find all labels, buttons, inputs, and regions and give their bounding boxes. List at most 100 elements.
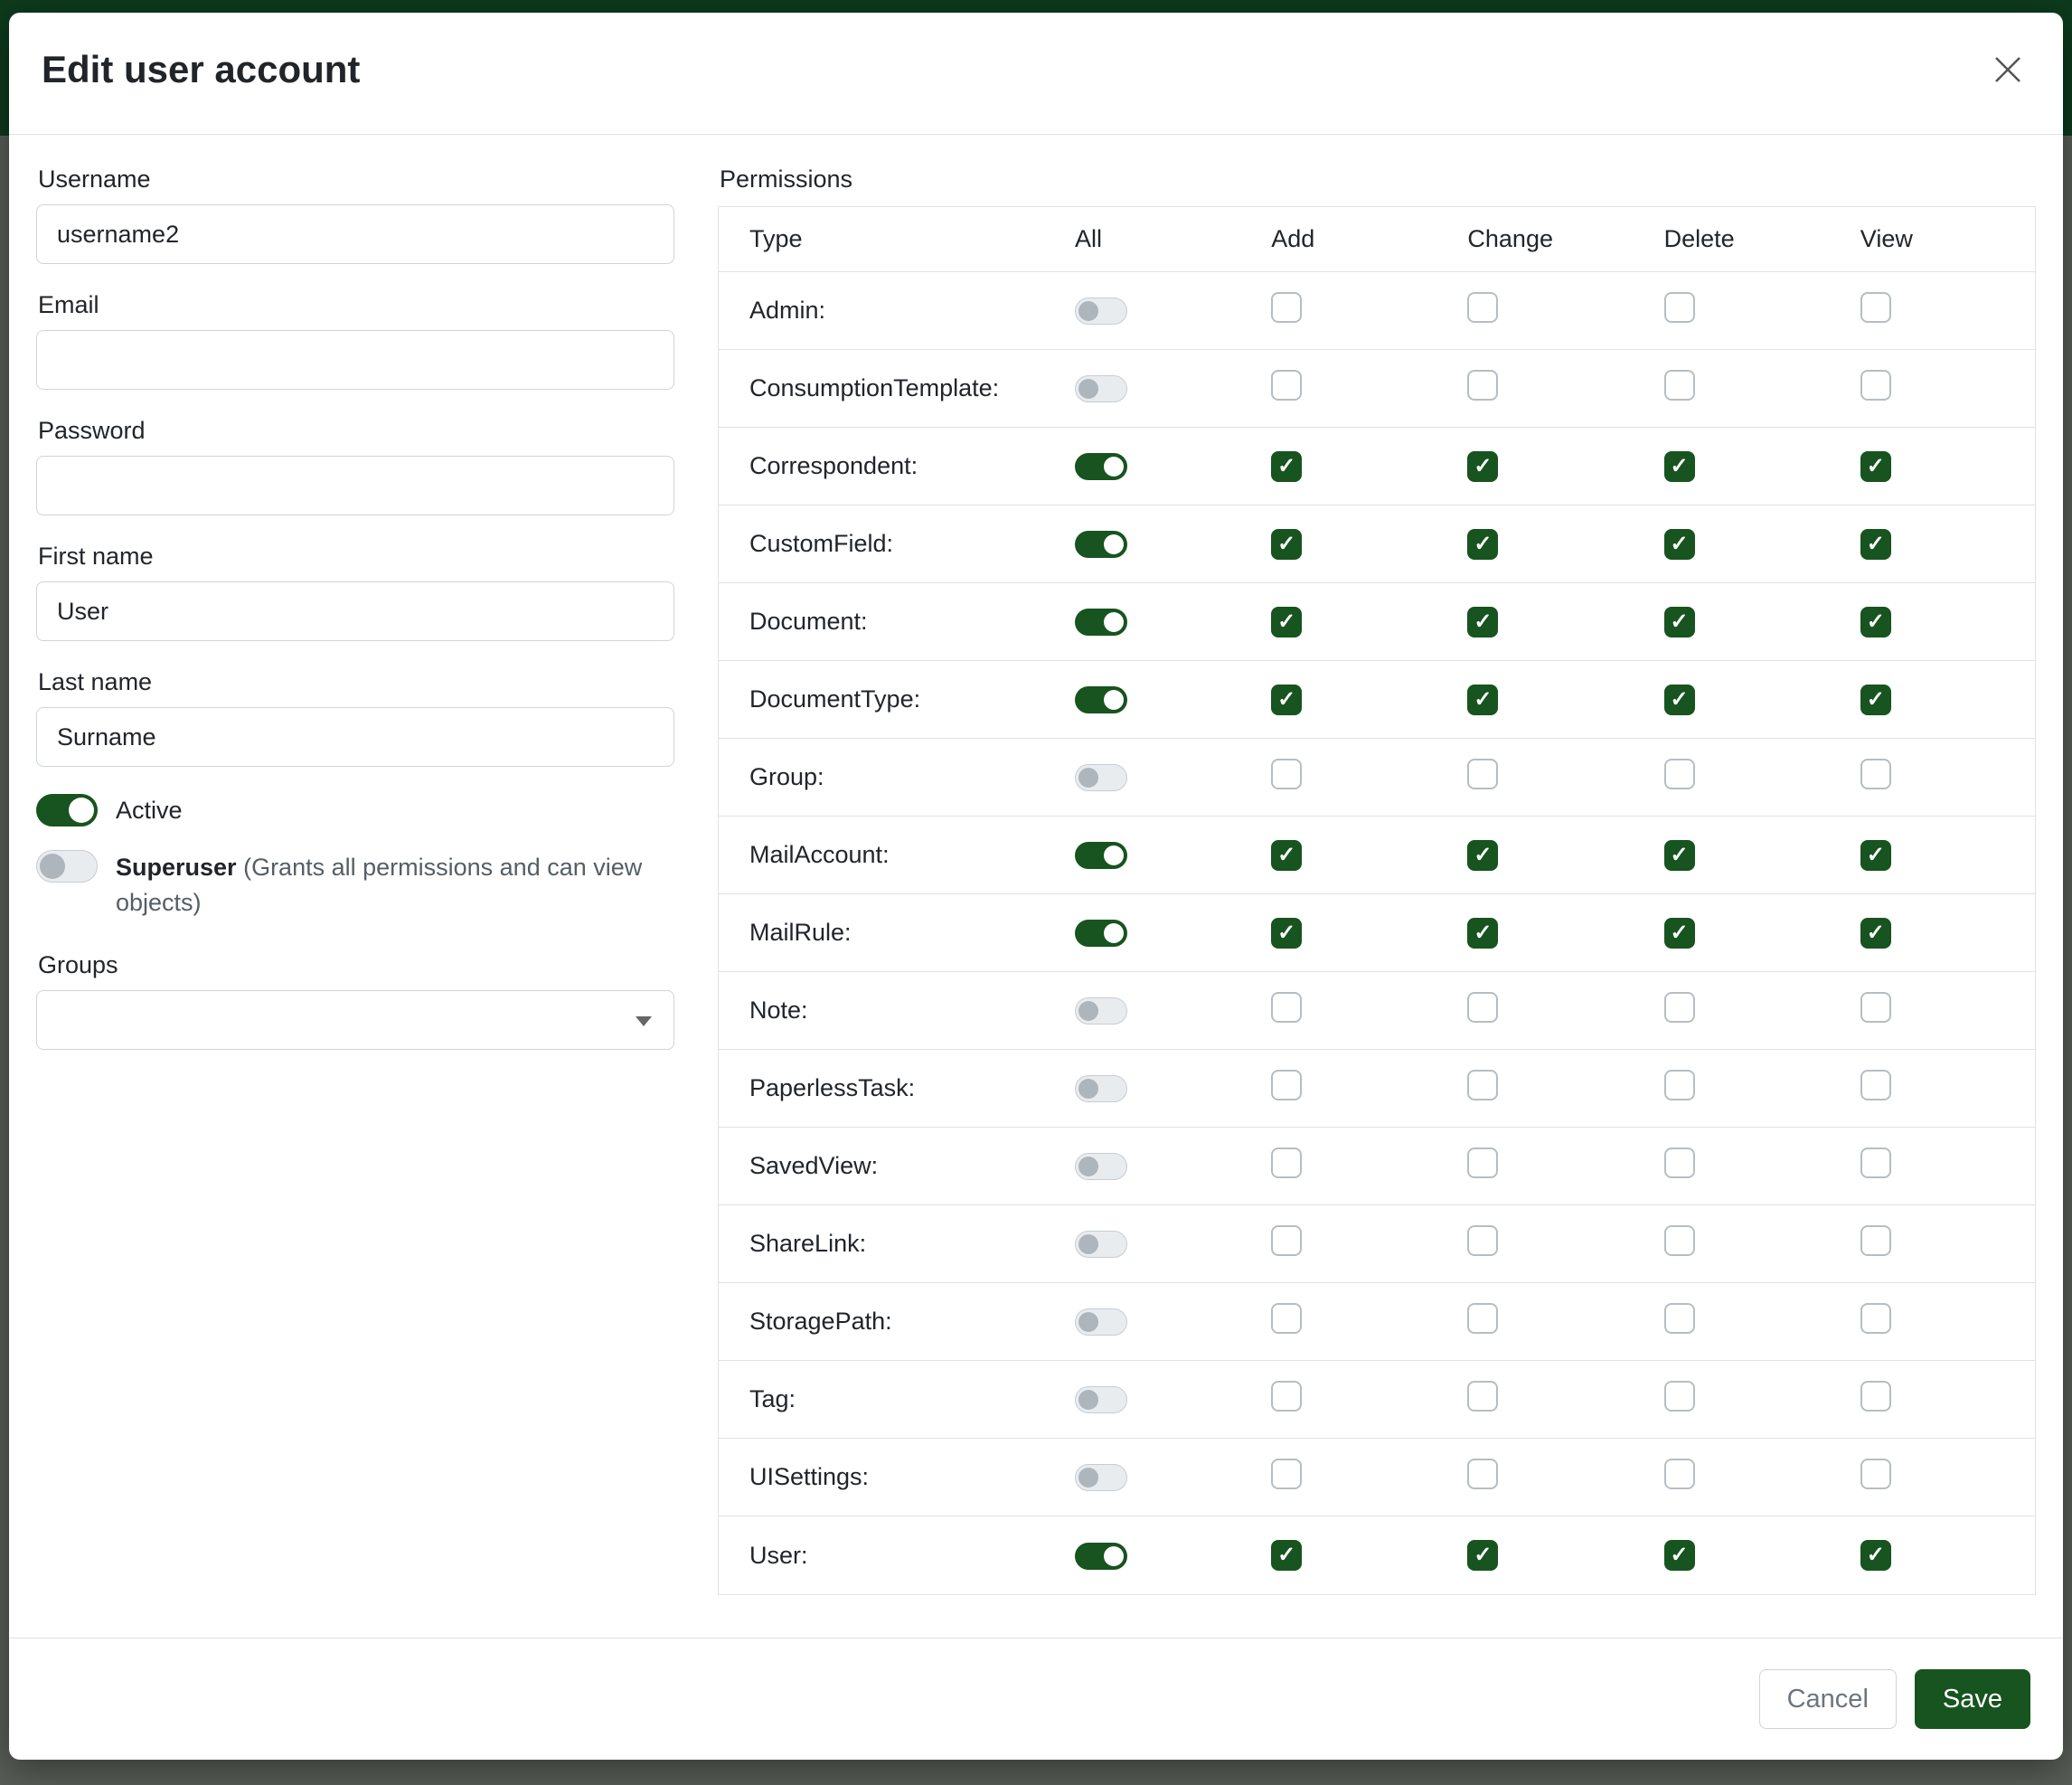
storagepath-change-checkbox[interactable] bbox=[1467, 1303, 1498, 1334]
savedview-all-toggle[interactable] bbox=[1075, 1153, 1127, 1180]
documenttype-view-checkbox[interactable]: ✓ bbox=[1860, 685, 1891, 715]
storagepath-delete-checkbox[interactable] bbox=[1664, 1303, 1695, 1334]
tag-add-checkbox[interactable] bbox=[1271, 1381, 1302, 1412]
group-add-checkbox[interactable] bbox=[1271, 759, 1302, 789]
document-change-checkbox[interactable]: ✓ bbox=[1467, 607, 1498, 638]
note-add-checkbox[interactable] bbox=[1271, 992, 1302, 1023]
customfield-view-checkbox[interactable]: ✓ bbox=[1860, 529, 1891, 560]
first-name-field[interactable] bbox=[36, 581, 674, 641]
user-add-checkbox[interactable]: ✓ bbox=[1271, 1540, 1302, 1571]
username-field[interactable] bbox=[36, 204, 674, 264]
mailaccount-view-checkbox[interactable]: ✓ bbox=[1860, 840, 1891, 871]
permission-type-label: Group: bbox=[719, 763, 1053, 791]
document-view-checkbox[interactable]: ✓ bbox=[1860, 607, 1891, 638]
savedview-add-checkbox[interactable] bbox=[1271, 1148, 1302, 1178]
uisettings-all-toggle[interactable] bbox=[1075, 1464, 1127, 1491]
savedview-view-checkbox[interactable] bbox=[1860, 1148, 1891, 1178]
documenttype-change-checkbox[interactable]: ✓ bbox=[1467, 685, 1498, 715]
group-all-toggle[interactable] bbox=[1075, 764, 1127, 791]
user-change-checkbox[interactable]: ✓ bbox=[1467, 1540, 1498, 1571]
mailrule-view-checkbox[interactable]: ✓ bbox=[1860, 918, 1891, 949]
document-all-toggle[interactable] bbox=[1075, 609, 1127, 636]
paperlesstask-add-checkbox[interactable] bbox=[1271, 1070, 1302, 1100]
sharelink-add-checkbox[interactable] bbox=[1271, 1225, 1302, 1256]
uisettings-change-checkbox[interactable] bbox=[1467, 1459, 1498, 1489]
correspondent-add-checkbox[interactable]: ✓ bbox=[1271, 451, 1302, 482]
sharelink-change-checkbox[interactable] bbox=[1467, 1225, 1498, 1256]
consumptiontemplate-add-checkbox[interactable] bbox=[1271, 370, 1302, 401]
user-all-toggle[interactable] bbox=[1075, 1543, 1127, 1570]
consumptiontemplate-delete-checkbox[interactable] bbox=[1664, 370, 1695, 401]
mailaccount-change-checkbox[interactable]: ✓ bbox=[1467, 840, 1498, 871]
admin-change-checkbox[interactable] bbox=[1467, 292, 1498, 323]
group-delete-checkbox[interactable] bbox=[1664, 759, 1695, 789]
customfield-all-toggle[interactable] bbox=[1075, 531, 1127, 558]
superuser-toggle[interactable] bbox=[36, 850, 98, 883]
uisettings-add-checkbox[interactable] bbox=[1271, 1459, 1302, 1489]
active-toggle[interactable] bbox=[36, 794, 98, 826]
savedview-change-checkbox[interactable] bbox=[1467, 1148, 1498, 1178]
storagepath-add-checkbox[interactable] bbox=[1271, 1303, 1302, 1334]
group-change-checkbox[interactable] bbox=[1467, 759, 1498, 789]
note-change-checkbox[interactable] bbox=[1467, 992, 1498, 1023]
correspondent-view-checkbox[interactable]: ✓ bbox=[1860, 451, 1891, 482]
admin-add-checkbox[interactable] bbox=[1271, 292, 1302, 323]
storagepath-all-toggle[interactable] bbox=[1075, 1308, 1127, 1336]
admin-all-toggle[interactable] bbox=[1075, 298, 1127, 325]
cancel-button[interactable]: Cancel bbox=[1759, 1669, 1897, 1729]
note-all-toggle[interactable] bbox=[1075, 997, 1127, 1025]
email-field[interactable] bbox=[36, 330, 674, 390]
permissions-label: Permissions bbox=[720, 165, 2036, 194]
sharelink-delete-checkbox[interactable] bbox=[1664, 1225, 1695, 1256]
paperlesstask-all-toggle[interactable] bbox=[1075, 1075, 1127, 1102]
uisettings-delete-checkbox[interactable] bbox=[1664, 1459, 1695, 1489]
tag-view-checkbox[interactable] bbox=[1860, 1381, 1891, 1412]
note-delete-checkbox[interactable] bbox=[1664, 992, 1695, 1023]
mailaccount-delete-checkbox[interactable]: ✓ bbox=[1664, 840, 1695, 871]
correspondent-change-checkbox[interactable]: ✓ bbox=[1467, 451, 1498, 482]
customfield-change-checkbox[interactable]: ✓ bbox=[1467, 529, 1498, 560]
permission-row-savedview: SavedView: bbox=[719, 1128, 2035, 1205]
documenttype-delete-checkbox[interactable]: ✓ bbox=[1664, 685, 1695, 715]
user-delete-checkbox[interactable]: ✓ bbox=[1664, 1540, 1695, 1571]
user-view-checkbox[interactable]: ✓ bbox=[1860, 1540, 1891, 1571]
sharelink-view-checkbox[interactable] bbox=[1860, 1225, 1891, 1256]
storagepath-view-checkbox[interactable] bbox=[1860, 1303, 1891, 1334]
uisettings-view-checkbox[interactable] bbox=[1860, 1459, 1891, 1489]
mailrule-change-checkbox[interactable]: ✓ bbox=[1467, 918, 1498, 949]
admin-delete-checkbox[interactable] bbox=[1664, 292, 1695, 323]
documenttype-add-checkbox[interactable]: ✓ bbox=[1271, 685, 1302, 715]
consumptiontemplate-view-checkbox[interactable] bbox=[1860, 370, 1891, 401]
note-view-checkbox[interactable] bbox=[1860, 992, 1891, 1023]
mailaccount-add-checkbox[interactable]: ✓ bbox=[1271, 840, 1302, 871]
tag-delete-checkbox[interactable] bbox=[1664, 1381, 1695, 1412]
tag-change-checkbox[interactable] bbox=[1467, 1381, 1498, 1412]
groups-select[interactable] bbox=[36, 990, 674, 1050]
consumptiontemplate-change-checkbox[interactable] bbox=[1467, 370, 1498, 401]
last-name-field[interactable] bbox=[36, 707, 674, 767]
permission-type-label: ShareLink: bbox=[719, 1230, 1053, 1258]
documenttype-all-toggle[interactable] bbox=[1075, 686, 1127, 713]
password-field[interactable] bbox=[36, 456, 674, 515]
document-add-checkbox[interactable]: ✓ bbox=[1271, 607, 1302, 638]
mailrule-add-checkbox[interactable]: ✓ bbox=[1271, 918, 1302, 949]
admin-view-checkbox[interactable] bbox=[1860, 292, 1891, 323]
close-icon[interactable] bbox=[1985, 47, 2030, 92]
group-view-checkbox[interactable] bbox=[1860, 759, 1891, 789]
paperlesstask-delete-checkbox[interactable] bbox=[1664, 1070, 1695, 1100]
mailrule-delete-checkbox[interactable]: ✓ bbox=[1664, 918, 1695, 949]
document-delete-checkbox[interactable]: ✓ bbox=[1664, 607, 1695, 638]
mailrule-all-toggle[interactable] bbox=[1075, 920, 1127, 947]
correspondent-all-toggle[interactable] bbox=[1075, 453, 1127, 480]
sharelink-all-toggle[interactable] bbox=[1075, 1231, 1127, 1258]
correspondent-delete-checkbox[interactable]: ✓ bbox=[1664, 451, 1695, 482]
tag-all-toggle[interactable] bbox=[1075, 1386, 1127, 1413]
paperlesstask-view-checkbox[interactable] bbox=[1860, 1070, 1891, 1100]
customfield-add-checkbox[interactable]: ✓ bbox=[1271, 529, 1302, 560]
save-button[interactable]: Save bbox=[1915, 1669, 2030, 1729]
consumptiontemplate-all-toggle[interactable] bbox=[1075, 375, 1127, 402]
savedview-delete-checkbox[interactable] bbox=[1664, 1148, 1695, 1178]
mailaccount-all-toggle[interactable] bbox=[1075, 842, 1127, 869]
customfield-delete-checkbox[interactable]: ✓ bbox=[1664, 529, 1695, 560]
paperlesstask-change-checkbox[interactable] bbox=[1467, 1070, 1498, 1100]
